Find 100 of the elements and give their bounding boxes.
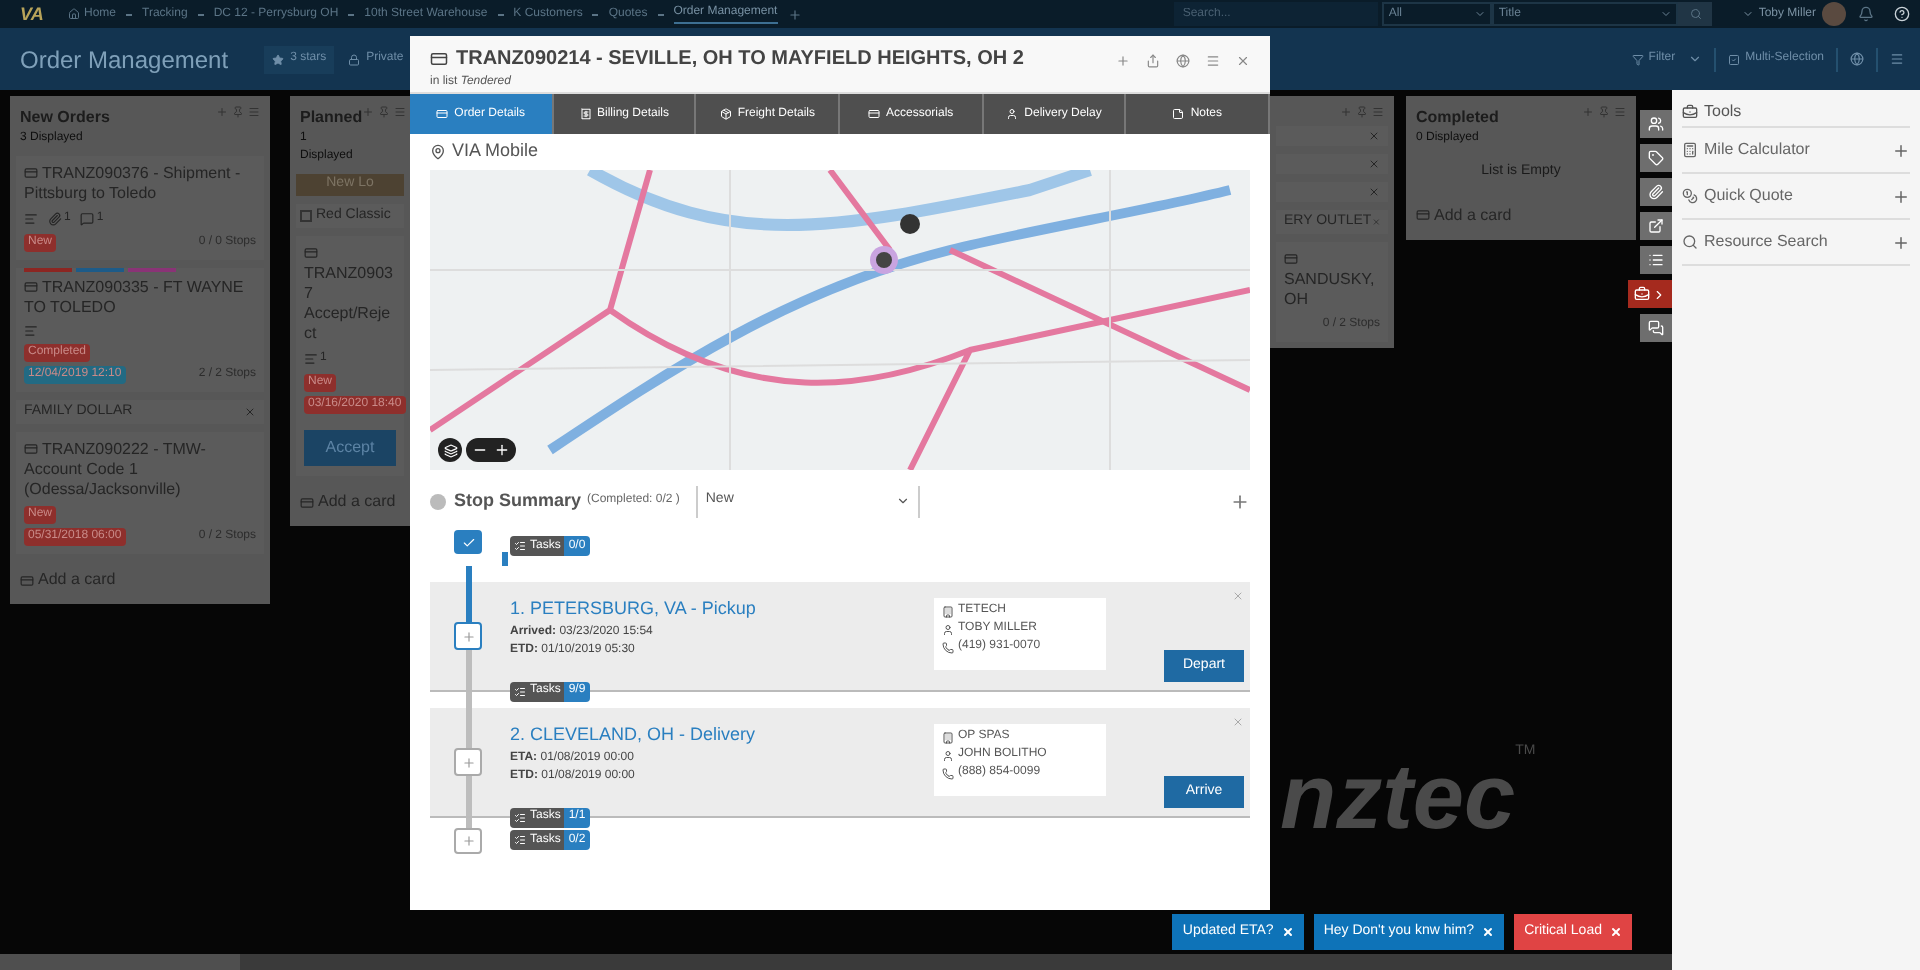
- menu-icon[interactable]: [1614, 106, 1626, 118]
- chat-icon: [1648, 320, 1664, 336]
- users-icon: [1648, 116, 1664, 132]
- card-icon: [868, 108, 880, 120]
- list-title: Planned: [300, 106, 363, 130]
- side-tool-button[interactable]: [1640, 144, 1672, 172]
- checklist-icon: [514, 540, 526, 552]
- tag-icon: [1648, 150, 1664, 166]
- filter-icon: [1632, 53, 1645, 65]
- tool-item[interactable]: Quick Quote: [1682, 172, 1910, 218]
- side-tool-button[interactable]: [1640, 110, 1672, 138]
- caret-icon[interactable]: [1687, 52, 1702, 66]
- package-icon: [719, 108, 732, 120]
- checklist-icon: [304, 352, 318, 366]
- add-icon[interactable]: [362, 106, 375, 118]
- checklist-icon: [514, 834, 526, 846]
- avatar[interactable]: [1822, 2, 1846, 26]
- add-stop-marker[interactable]: [454, 828, 482, 854]
- list-icon: [1648, 252, 1664, 268]
- phone-icon: [942, 641, 954, 653]
- menu-icon[interactable]: [1890, 52, 1904, 66]
- add-icon[interactable]: [1582, 106, 1594, 118]
- add-icon[interactable]: [1892, 141, 1910, 159]
- briefcase-icon: [1634, 286, 1650, 302]
- plus-icon: [461, 834, 475, 848]
- globe-icon[interactable]: [1850, 52, 1864, 66]
- layers-icon: [443, 443, 457, 457]
- pin-icon[interactable]: [378, 106, 391, 118]
- globe-icon[interactable]: [1176, 54, 1190, 68]
- add-icon[interactable]: [1340, 106, 1352, 118]
- panel-title: Tools: [1682, 98, 1910, 126]
- comment-icon: [80, 212, 95, 226]
- all-stops-checkbox[interactable]: [454, 530, 482, 554]
- caret-icon: [1660, 8, 1673, 20]
- note-icon: [1172, 108, 1185, 120]
- plus-icon: [461, 629, 475, 643]
- location-pin-icon: [430, 144, 446, 160]
- caret-icon: [1742, 8, 1755, 20]
- search-icon: [1682, 234, 1698, 250]
- checklist-icon: [24, 324, 38, 338]
- search-icon: [1689, 8, 1702, 20]
- card-icon: [1284, 252, 1298, 266]
- side-tool-button[interactable]: [1640, 212, 1672, 240]
- page-title: Order Management: [20, 43, 229, 77]
- close-icon[interactable]: [1368, 186, 1380, 198]
- close-icon[interactable]: [1368, 158, 1380, 170]
- close-icon[interactable]: [244, 406, 256, 418]
- menu-icon[interactable]: [1206, 54, 1220, 68]
- add-icon[interactable]: [1892, 187, 1910, 205]
- caret-icon: [895, 494, 910, 508]
- home-icon: [68, 8, 80, 20]
- calculator-icon: [1682, 142, 1698, 158]
- card-icon: [24, 280, 38, 294]
- menu-icon[interactable]: [394, 106, 407, 118]
- checklist-icon: [514, 685, 526, 697]
- section-title: Stop Summary: [454, 487, 582, 514]
- building-icon: [942, 605, 954, 617]
- add-icon[interactable]: [216, 106, 228, 118]
- stop-marker[interactable]: [454, 748, 482, 776]
- side-tool-button[interactable]: [1628, 280, 1672, 308]
- horizontal-scrollbar-track[interactable]: [0, 954, 1672, 970]
- add-icon[interactable]: [1116, 54, 1130, 68]
- check-icon: [461, 535, 475, 549]
- search-button[interactable]: [1678, 2, 1713, 26]
- phone-icon: [942, 767, 954, 779]
- dialog-title: TRANZ090214 - SEVILLE, OH TO MAYFIELD HEIGHTS, OH 2: [430, 44, 1024, 74]
- help-icon[interactable]: [1894, 6, 1910, 22]
- close-icon[interactable]: [1368, 130, 1380, 142]
- paperclip-icon: [48, 212, 62, 226]
- stop-title[interactable]: 2. CLEVELAND, OH - Delivery: [510, 722, 910, 749]
- side-tool-button[interactable]: [1640, 178, 1672, 206]
- pin-icon[interactable]: [232, 106, 244, 118]
- add-stop-icon[interactable]: [1230, 491, 1250, 511]
- card-icon: [20, 573, 34, 587]
- briefcase-icon: [1682, 104, 1698, 120]
- accept-button[interactable]: Accept: [304, 430, 396, 466]
- notifications-icon[interactable]: [1858, 6, 1874, 22]
- pin-icon[interactable]: [1598, 106, 1610, 118]
- app-logo[interactable]: VA: [20, 5, 48, 23]
- stop-title[interactable]: 1. PETERSBURG, VA - Pickup: [510, 596, 910, 623]
- paperclip-icon: [1648, 184, 1664, 200]
- menu-icon[interactable]: [1372, 106, 1384, 118]
- add-icon[interactable]: [1892, 233, 1910, 251]
- chevron-icon: [1652, 287, 1666, 301]
- zoom-in-icon[interactable]: [494, 442, 510, 458]
- side-tool-button[interactable]: [1640, 246, 1672, 274]
- card-icon: [430, 50, 448, 68]
- plus-icon: [461, 755, 475, 769]
- stop-marker[interactable]: [454, 622, 482, 650]
- tool-item[interactable]: Resource Search: [1682, 218, 1910, 264]
- close-icon[interactable]: [1236, 54, 1250, 68]
- side-tool-button[interactable]: [1640, 314, 1672, 342]
- pin-icon[interactable]: [1356, 106, 1368, 118]
- menu-icon[interactable]: [248, 106, 260, 118]
- add-tab-icon[interactable]: [787, 7, 802, 21]
- share-icon[interactable]: [1146, 54, 1160, 68]
- checkbox[interactable]: [300, 210, 312, 222]
- tool-item[interactable]: Mile Calculator: [1682, 126, 1910, 172]
- user-icon: [942, 749, 954, 761]
- coins-icon: [1682, 188, 1698, 204]
